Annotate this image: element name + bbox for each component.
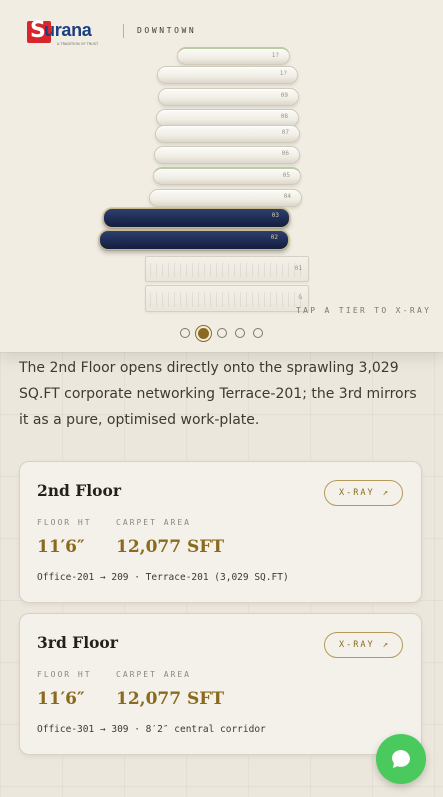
- xray-button[interactable]: X-RAY ↗: [324, 480, 403, 506]
- carousel-dot[interactable]: [235, 328, 245, 338]
- tier-floor-06[interactable]: 06: [154, 146, 300, 164]
- location-label: DOWNTOWN: [137, 26, 197, 35]
- floor-height-value: 11′6″: [37, 689, 85, 709]
- header-divider: [123, 24, 124, 38]
- tier-floor-04[interactable]: 04: [149, 189, 302, 207]
- floor-title: 2nd Floor: [37, 481, 122, 500]
- tier-floor-09[interactable]: 09: [158, 88, 299, 106]
- tier-floor-05[interactable]: 05: [153, 167, 301, 185]
- floor-height-label: FLOOR HT: [37, 670, 92, 679]
- tier-number: 01: [294, 265, 302, 272]
- floor-height-label: FLOOR HT: [37, 518, 92, 527]
- carpet-area-value: 12,077 SFT: [116, 537, 224, 557]
- logo-tagline: A TRADITION OF TRUST: [57, 42, 99, 46]
- carousel-dot-active[interactable]: [198, 327, 209, 339]
- intro-paragraph: The 2nd Floor opens directly onto the sp…: [19, 360, 417, 428]
- floor-card-3rd: 3rd Floor X-RAY ↗ FLOOR HT CARPET AREA 1…: [19, 613, 422, 755]
- brand-logo[interactable]: S urana A TRADITION OF TRUST: [27, 18, 105, 49]
- chat-bubble-icon: [392, 750, 410, 768]
- carpet-area-label: CARPET AREA: [116, 670, 191, 679]
- carousel-dot[interactable]: [253, 328, 263, 338]
- tier-number: 06: [281, 150, 289, 157]
- tier-number: 09: [280, 92, 288, 99]
- tier-floor-10[interactable]: 1?: [157, 66, 298, 84]
- arrow-up-right-icon: ↗: [382, 488, 388, 498]
- arrow-up-right-icon: ↗: [382, 640, 388, 650]
- tier-number: 07: [281, 129, 289, 136]
- floor-height-value: 11′6″: [37, 537, 85, 557]
- carpet-area-value: 12,077 SFT: [116, 689, 224, 709]
- tier-floor-11[interactable]: 1?: [177, 47, 290, 65]
- xray-label: X-RAY: [338, 640, 375, 650]
- carpet-area-label: CARPET AREA: [116, 518, 191, 527]
- tier-number: 1?: [279, 70, 287, 77]
- tier-number: G: [298, 294, 302, 301]
- tier-number: 04: [283, 193, 291, 200]
- hero-panel: S urana A TRADITION OF TRUST DOWNTOWN 1?…: [0, 0, 443, 352]
- tier-number: 08: [280, 113, 288, 120]
- logo-word: urana: [44, 20, 92, 40]
- carousel-dot[interactable]: [217, 328, 227, 338]
- tier-floor-03[interactable]: 03: [103, 208, 290, 228]
- tier-ground[interactable]: G: [145, 285, 309, 312]
- tier-floor-02[interactable]: 02: [99, 230, 289, 250]
- tier-floor-07[interactable]: 07: [155, 125, 300, 143]
- floor-detail: Office-201 → 209 · Terrace-201 (3,029 SQ…: [37, 572, 289, 583]
- tier-number: 03: [271, 212, 279, 219]
- floor-title: 3rd Floor: [37, 633, 118, 652]
- floor-detail: Office-301 → 309 · 8′2″ central corridor: [37, 724, 266, 735]
- tier-number: 02: [270, 234, 278, 241]
- tier-floor-01[interactable]: 01: [145, 256, 309, 282]
- carousel-dot[interactable]: [180, 328, 190, 338]
- xray-button[interactable]: X-RAY ↗: [324, 632, 403, 658]
- tier-number: 1?: [271, 52, 279, 59]
- tier-number: 05: [282, 172, 290, 179]
- xray-label: X-RAY: [338, 488, 375, 498]
- tap-hint: TAP A TIER TO X-RAY: [296, 306, 432, 315]
- chat-button[interactable]: [376, 734, 426, 784]
- carousel-dots: [180, 327, 263, 339]
- floor-card-2nd: 2nd Floor X-RAY ↗ FLOOR HT CARPET AREA 1…: [19, 461, 422, 603]
